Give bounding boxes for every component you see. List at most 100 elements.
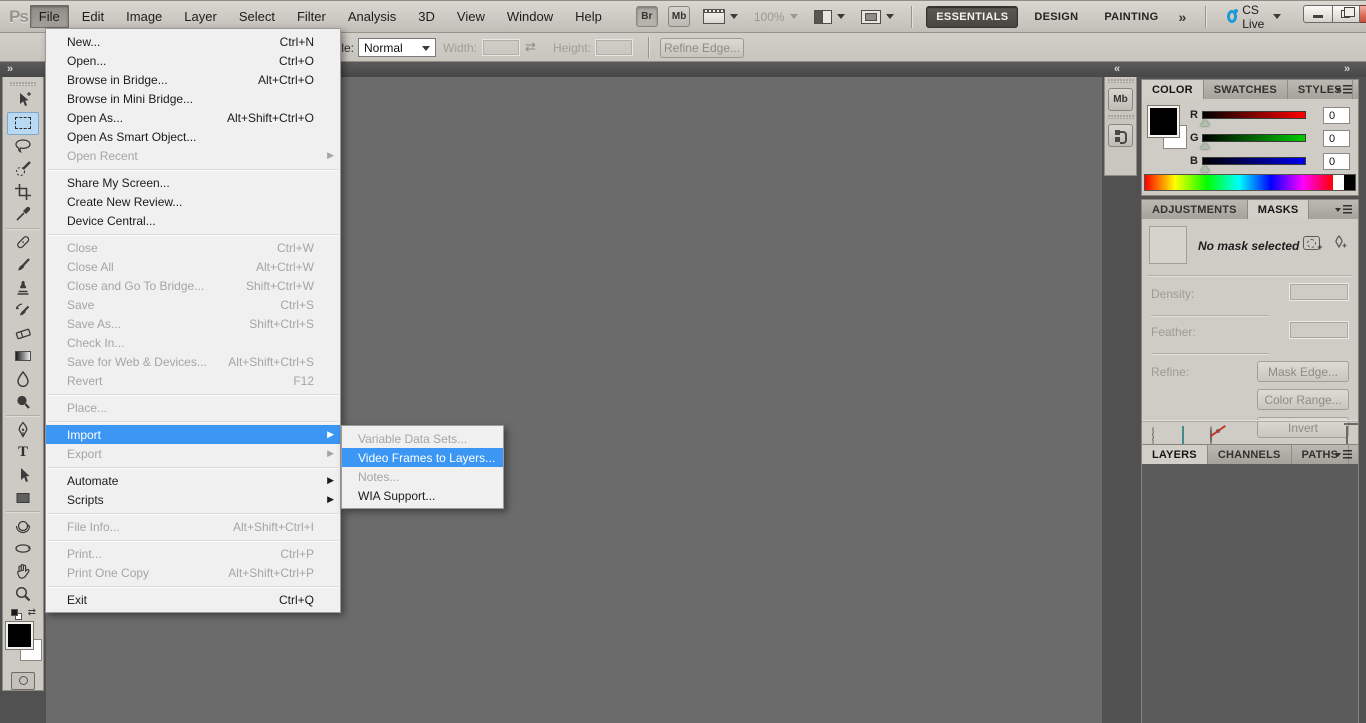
- tool-3d-orbit[interactable]: [7, 537, 39, 560]
- tab-layers[interactable]: LAYERS: [1142, 445, 1208, 464]
- menu-window[interactable]: Window: [498, 5, 562, 28]
- menu-item-open[interactable]: Open... Ctrl+O: [46, 51, 340, 70]
- menu-item-export[interactable]: Export ▶: [46, 444, 340, 463]
- channel-slider-handle[interactable]: [1200, 119, 1210, 126]
- default-colors-icon[interactable]: [11, 609, 18, 617]
- menu-layer[interactable]: Layer: [175, 5, 226, 28]
- workspace-essentials-button[interactable]: ESSENTIALS: [926, 5, 1019, 28]
- cs-live-button[interactable]: CS Live: [1227, 3, 1281, 31]
- width-input[interactable]: [482, 39, 520, 56]
- tool-3d-object-rotate[interactable]: [7, 514, 39, 537]
- menu-item-place[interactable]: Place...: [46, 398, 340, 417]
- tab-swatches[interactable]: SWATCHES: [1204, 80, 1288, 99]
- menu-item-browse-in-mini-bridge[interactable]: Browse in Mini Bridge...: [46, 89, 340, 108]
- add-vector-mask-button[interactable]: [1328, 234, 1350, 252]
- menu-item-import[interactable]: Import ▶: [46, 425, 340, 444]
- tab-masks[interactable]: MASKS: [1247, 200, 1310, 219]
- channel-value-input[interactable]: 0: [1323, 130, 1350, 147]
- menu-item-open-recent[interactable]: Open Recent ▶: [46, 146, 340, 165]
- tool-rectangle-shape[interactable]: [7, 487, 39, 510]
- foreground-color-swatch[interactable]: [5, 621, 34, 651]
- menu-item-save-as[interactable]: Save As... Shift+Ctrl+S: [46, 314, 340, 333]
- tool-move[interactable]: [7, 89, 39, 112]
- workspace-design-button[interactable]: DESIGN: [1024, 6, 1088, 28]
- channel-slider-handle[interactable]: [1200, 142, 1210, 149]
- minimize-button[interactable]: [1302, 4, 1333, 23]
- tab-adjustments[interactable]: ADJUSTMENTS: [1142, 200, 1248, 219]
- menu-item-save-for-web-devices[interactable]: Save for Web & Devices... Alt+Shift+Ctrl+…: [46, 352, 340, 371]
- zoom-level-dropdown[interactable]: 100%: [754, 10, 798, 24]
- expand-icon-dock-icon[interactable]: «: [1114, 63, 1120, 75]
- height-input[interactable]: [595, 39, 633, 56]
- tool-spot-healing-brush[interactable]: [7, 231, 39, 254]
- menu-item-print-one-copy[interactable]: Print One Copy Alt+Shift+Ctrl+P: [46, 563, 340, 582]
- panel-menu-icon[interactable]: [1335, 449, 1353, 460]
- density-input[interactable]: [1289, 283, 1349, 301]
- menu-item-device-central[interactable]: Device Central...: [46, 211, 340, 230]
- restore-button[interactable]: [1332, 4, 1360, 23]
- menu-item-share-my-screen[interactable]: Share My Screen...: [46, 173, 340, 192]
- tool-brush[interactable]: [7, 254, 39, 277]
- white-swatch[interactable]: [1333, 175, 1344, 190]
- tool-clone-stamp[interactable]: [7, 276, 39, 299]
- feather-slider[interactable]: [1151, 353, 1269, 354]
- feather-input[interactable]: [1289, 321, 1349, 339]
- screen-mode-dropdown[interactable]: [860, 9, 894, 24]
- launch-mini-bridge-button[interactable]: Mb: [667, 6, 690, 27]
- hue-ramp[interactable]: [1145, 175, 1333, 190]
- menu-item-notes[interactable]: Notes...: [342, 467, 503, 486]
- style-select[interactable]: Normal: [358, 38, 436, 57]
- view-extras-dropdown[interactable]: [702, 9, 738, 24]
- color-range-button[interactable]: Color Range...: [1257, 389, 1349, 410]
- panel-grip[interactable]: [10, 82, 36, 86]
- launch-bridge-button[interactable]: Br: [635, 6, 658, 27]
- menu-select[interactable]: Select: [230, 5, 284, 28]
- menu-analysis[interactable]: Analysis: [339, 5, 405, 28]
- panel-menu-icon[interactable]: [1335, 204, 1353, 215]
- tab-color[interactable]: COLOR: [1142, 80, 1204, 99]
- menu-item-create-new-review[interactable]: Create New Review...: [46, 192, 340, 211]
- color-spectrum-ramp[interactable]: [1144, 174, 1356, 191]
- menu-help[interactable]: Help: [566, 5, 611, 28]
- menu-item-file-info[interactable]: File Info... Alt+Shift+Ctrl+I: [46, 517, 340, 536]
- menu-item-open-as[interactable]: Open As... Alt+Shift+Ctrl+O: [46, 108, 340, 127]
- tool-path-selection[interactable]: [7, 464, 39, 487]
- menu-edit[interactable]: Edit: [73, 5, 113, 28]
- menu-view[interactable]: View: [448, 5, 494, 28]
- channel-slider-handle[interactable]: [1200, 165, 1210, 172]
- swap-width-height-icon[interactable]: ⇄: [525, 39, 536, 55]
- foreground-color-swatch[interactable]: [1147, 105, 1180, 138]
- tool-crop[interactable]: [7, 180, 39, 203]
- tool-pen[interactable]: [7, 418, 39, 441]
- arrange-documents-dropdown[interactable]: [813, 9, 845, 24]
- menu-filter[interactable]: Filter: [288, 5, 335, 28]
- load-selection-from-mask-icon[interactable]: [1152, 426, 1154, 445]
- menu-item-save[interactable]: Save Ctrl+S: [46, 295, 340, 314]
- channel-slider-track[interactable]: [1202, 157, 1306, 165]
- menu-item-variable-data-sets[interactable]: Variable Data Sets...: [342, 429, 503, 448]
- channel-value-input[interactable]: 0: [1323, 107, 1350, 124]
- tool-rectangular-marquee[interactable]: [7, 111, 39, 135]
- tool-dodge[interactable]: [7, 390, 39, 413]
- tool-gradient[interactable]: [7, 345, 39, 368]
- menu-item-close-all[interactable]: Close All Alt+Ctrl+W: [46, 257, 340, 276]
- channel-slider-track[interactable]: [1202, 134, 1306, 142]
- menu-item-exit[interactable]: Exit Ctrl+Q: [46, 590, 340, 609]
- menu-item-open-as-smart-object[interactable]: Open As Smart Object...: [46, 127, 340, 146]
- menu-item-wia-support[interactable]: WIA Support...: [342, 486, 503, 505]
- workspace-painting-button[interactable]: PAINTING: [1094, 6, 1168, 28]
- black-swatch[interactable]: [1344, 175, 1355, 190]
- panel-grip[interactable]: [1107, 79, 1134, 83]
- menu-item-automate[interactable]: Automate ▶: [46, 471, 340, 490]
- workspace-overflow-chevron-icon[interactable]: »: [1175, 9, 1191, 25]
- add-pixel-mask-button[interactable]: +: [1300, 234, 1323, 252]
- menu-item-close[interactable]: Close Ctrl+W: [46, 238, 340, 257]
- channel-value-input[interactable]: 0: [1323, 153, 1350, 170]
- menu-file[interactable]: File: [29, 5, 69, 28]
- mini-bridge-panel-button[interactable]: Mb: [1108, 88, 1133, 111]
- menu-image[interactable]: Image: [117, 5, 171, 28]
- tool-history-brush[interactable]: [7, 299, 39, 322]
- menu-item-print[interactable]: Print... Ctrl+P: [46, 544, 340, 563]
- tool-eraser[interactable]: [7, 322, 39, 345]
- channel-slider-track[interactable]: [1202, 111, 1306, 119]
